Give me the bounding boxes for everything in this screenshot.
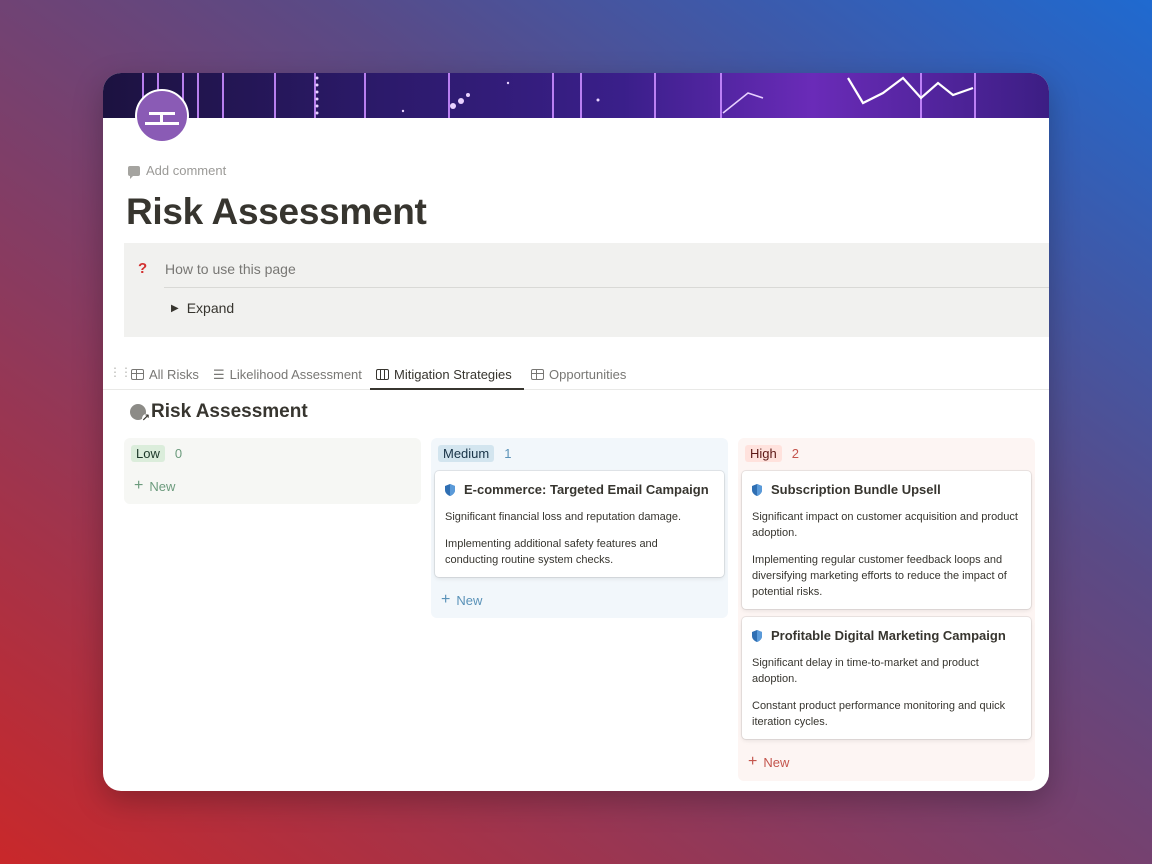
callout-block: ? How to use this page ▶ Expand [124,243,1049,337]
board-icon [376,368,389,380]
shield-icon [752,629,762,642]
board-card[interactable]: Subscription Bundle Upsell Significant i… [742,471,1031,609]
shield-icon [445,483,455,496]
card-impact: Significant delay in time-to-market and … [752,657,979,685]
add-comment-button[interactable]: Add comment [128,163,227,179]
tab-all-risks[interactable]: All Risks [131,364,199,384]
column-count: 0 [174,446,183,461]
add-comment-label: Add comment [146,163,227,178]
linked-database-icon [130,404,151,424]
page-title[interactable]: Risk Assessment [126,191,427,233]
list-icon: ☰ [213,366,225,382]
new-card-button[interactable]: + New [748,754,789,770]
card-mitigation: Constant product performance monitoring … [752,700,1006,728]
database-title-label: Risk Assessment [151,401,308,422]
view-tabs: ⋮⋮ All Risks ☰ Likelihood Assessment Mit… [103,359,1049,390]
table-icon [531,368,544,380]
board-column-low: Low 0 + New [124,438,421,504]
card-title: E-commerce: Targeted Email Campaign [445,482,714,497]
new-label: New [763,754,790,770]
tab-label: All Risks [149,366,199,382]
cover-image[interactable] [103,73,1049,118]
column-count: 1 [504,446,512,461]
triangle-right-icon[interactable]: ▶ [171,303,179,314]
card-title: Profitable Digital Marketing Campaign [752,628,1021,643]
toggle-label: Expand [186,300,235,316]
card-mitigation: Implementing regular customer feedback l… [752,554,1007,598]
new-card-button[interactable]: + New [441,592,482,608]
new-card-button[interactable]: + New [134,478,175,494]
tab-mitigation-strategies[interactable]: Mitigation Strategies [376,364,512,384]
board-column-high: High 2 Subscription Bundle Upsell Signif… [738,438,1035,781]
board-column-medium: Medium 1 E-commerce: Targeted Email Camp… [431,438,728,618]
tab-label: Opportunities [549,366,627,382]
comment-icon [128,165,140,179]
expand-toggle[interactable]: ▶ Expand [171,300,234,316]
card-mitigation: Implementing additional safety features … [445,538,658,566]
tab-label: Likelihood Assessment [229,366,362,382]
card-impact: Significant impact on customer acquisiti… [752,511,1018,539]
status-badge: High [745,445,782,462]
status-badge: Low [131,445,165,462]
plus-icon: + [134,477,144,494]
table-icon [131,368,144,380]
plus-icon: + [748,753,758,770]
card-impact: Significant financial loss and reputatio… [445,511,682,523]
shield-icon [752,483,762,496]
card-title: Subscription Bundle Upsell [752,482,1021,497]
column-header[interactable]: High 2 [745,445,799,462]
board-card[interactable]: E-commerce: Targeted Email Campaign Sign… [435,471,724,577]
notion-page-window: Add comment Risk Assessment ? How to use… [103,73,1049,791]
question-mark-icon: ? [138,260,148,277]
status-badge: Medium [438,445,495,462]
tab-label: Mitigation Strategies [394,366,512,382]
new-label: New [149,478,176,494]
plus-icon: + [441,591,451,608]
database-title[interactable]: Risk Assessment [130,401,308,424]
drag-handle-icon[interactable]: ⋮⋮ [109,365,132,379]
column-header[interactable]: Medium 1 [438,445,511,462]
active-tab-indicator [370,388,524,390]
new-label: New [456,592,483,608]
page-icon[interactable] [135,89,189,143]
tab-opportunities[interactable]: Opportunities [531,364,626,384]
tab-likelihood-assessment[interactable]: ☰ Likelihood Assessment [213,364,362,384]
column-header[interactable]: Low 0 [131,445,182,462]
callout-title: How to use this page [165,261,296,277]
callout-divider [164,287,1049,288]
column-count: 2 [791,446,799,461]
board-card[interactable]: Profitable Digital Marketing Campaign Si… [742,617,1031,739]
